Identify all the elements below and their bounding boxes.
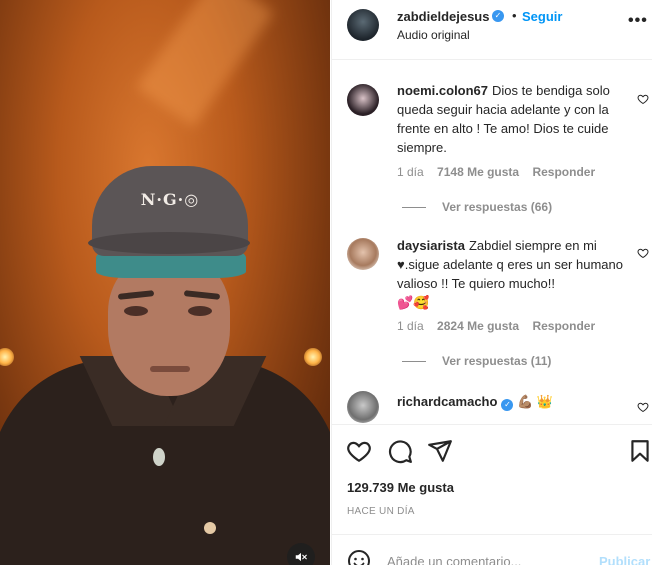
reply-button[interactable]: Responder [532,165,595,179]
eye-left [124,306,148,316]
paper-plane-icon[interactable] [427,438,453,464]
separator-dot: • [512,8,517,23]
muted-speaker-icon [295,552,307,562]
mouth [150,366,190,372]
comment-input[interactable] [387,547,587,565]
post-time: HACE UN DÍA [347,506,415,517]
comment-likes[interactable]: 7148 Me gusta [437,165,519,179]
comment-icon[interactable] [387,438,413,464]
heart-icon[interactable] [637,93,649,105]
comment-text: daysiarista Zabdiel siempre en mi ♥.sigue… [397,236,629,312]
pendant [153,448,165,466]
comment-time: 1 día [397,165,424,179]
comment-text: noemi.colon67 Dios te bendiga solo queda … [397,81,629,157]
post-header: zabdieldejesus ✓ • Seguir Audio original… [332,0,652,60]
comment-time: 1 día [397,319,424,333]
comment-meta: 1 día 2824 Me gusta Responder [397,319,605,333]
add-comment-bar: Publicar [332,534,652,565]
heart-icon[interactable] [637,401,649,413]
more-options-icon[interactable]: ••• [628,12,648,30]
emoji-icon[interactable] [347,549,371,565]
publish-button[interactable]: Publicar [599,554,650,565]
comment-emojis: 💕🥰 [397,295,430,310]
view-replies-label: Ver respuestas (66) [442,200,553,214]
mute-button[interactable] [287,543,315,565]
reel-video[interactable]: N·G·◎ [0,0,330,565]
audio-label[interactable]: Audio original [397,28,470,42]
verified-badge-icon: ✓ [501,399,514,411]
heart-icon[interactable] [346,438,372,464]
shirt-button [204,522,216,534]
comment-text: richardcamacho ✓ 💪🏽 👑 [397,392,629,411]
view-replies-button[interactable]: Ver respuestas (66) [402,200,552,214]
likes-count[interactable]: 129.739 Me gusta [347,480,454,495]
post-panel: zabdieldejesus ✓ • Seguir Audio original… [331,0,652,565]
verified-badge-icon: ✓ [492,10,504,22]
author-avatar[interactable] [347,9,379,41]
commenter-avatar[interactable] [347,391,379,423]
comment-emojis: 💪🏽 👑 [517,394,554,409]
reply-button[interactable]: Responder [532,319,595,333]
post-actions: 129.739 Me gusta HACE UN DÍA [332,424,652,549]
follow-button[interactable]: Seguir [522,9,562,24]
author-username[interactable]: zabdieldejesus [397,9,489,24]
cap-brim [88,232,250,254]
replies-divider [402,207,426,209]
comments-list: noemi.colon67 Dios te bendiga solo queda … [332,61,652,423]
comment-meta: 1 día 7148 Me gusta Responder [397,165,605,179]
commenter-username[interactable]: daysiarista [397,238,465,253]
view-replies-label: Ver respuestas (11) [442,354,552,368]
replies-divider [402,361,426,363]
comment-likes[interactable]: 2824 Me gusta [437,319,519,333]
commenter-username[interactable]: richardcamacho [397,394,497,409]
commenter-avatar[interactable] [347,84,379,116]
commenter-avatar[interactable] [347,238,379,270]
heart-icon[interactable] [637,247,649,259]
eye-right [188,306,212,316]
light-streak [136,0,274,128]
cap-logo: N·G·◎ [140,190,200,209]
lamp-right [304,348,322,366]
bookmark-icon[interactable] [627,438,652,464]
commenter-username[interactable]: noemi.colon67 [397,83,488,98]
lamp-left [0,348,14,366]
view-replies-button[interactable]: Ver respuestas (11) [402,354,551,368]
